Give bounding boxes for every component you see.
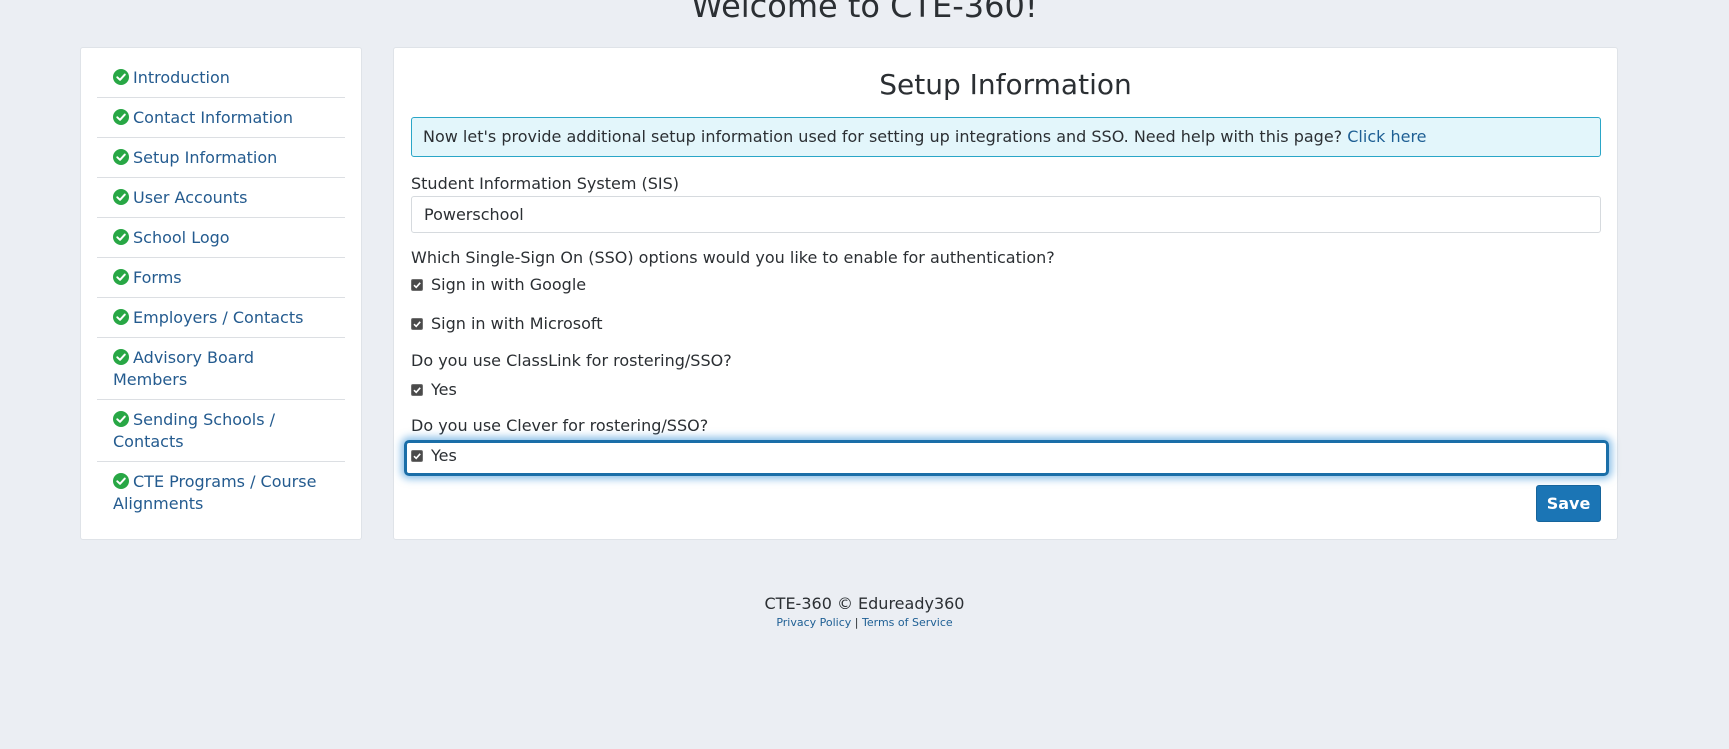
sidebar-item-label: Contact Information <box>133 108 293 127</box>
sidebar-item-label: Introduction <box>133 68 230 87</box>
sidebar-item-cte-programs-course-alignments[interactable]: CTE Programs / Course Alignments <box>97 462 345 523</box>
sidebar-item-forms[interactable]: Forms <box>97 258 345 298</box>
footer-separator: | <box>854 616 859 629</box>
checkmark-icon <box>413 387 421 394</box>
checkmark-icon <box>413 453 421 460</box>
microsoft-sso-option[interactable]: Sign in with Microsoft <box>411 313 603 335</box>
microsoft-sso-checkbox[interactable] <box>411 318 423 330</box>
check-circle-icon <box>113 229 129 245</box>
footer-links: Privacy Policy | Terms of Service <box>0 615 1729 631</box>
check-circle-icon <box>113 189 129 205</box>
sidebar-item-label: CTE Programs / Course Alignments <box>113 472 317 513</box>
check-circle-icon <box>113 473 129 489</box>
google-sso-label: Sign in with Google <box>431 275 587 294</box>
sidebar-item-user-accounts[interactable]: User Accounts <box>97 178 345 218</box>
sidebar-item-label: Setup Information <box>133 148 278 167</box>
page-heading: Welcome to CTE-360! <box>691 0 1038 25</box>
info-alert: Now let's provide additional setup infor… <box>411 117 1601 157</box>
panel-title: Setup Information <box>879 68 1132 101</box>
help-link[interactable]: Click here <box>1347 127 1426 146</box>
sidebar-item-school-logo[interactable]: School Logo <box>97 218 345 258</box>
sidebar-item-introduction[interactable]: Introduction <box>97 58 345 98</box>
sidebar-item-employers-contacts[interactable]: Employers / Contacts <box>97 298 345 338</box>
sis-label: Student Information System (SIS) <box>411 174 680 193</box>
sidebar-item-label: School Logo <box>133 228 230 247</box>
alert-text: Now let's provide additional setup infor… <box>423 127 1343 146</box>
footer: CTE-360 © Eduready360 Privacy Policy | T… <box>0 593 1729 631</box>
check-circle-icon <box>113 269 129 285</box>
privacy-policy-link[interactable]: Privacy Policy <box>776 616 851 629</box>
sso-question: Which Single-Sign On (SSO) options would… <box>411 248 1055 267</box>
classlink-yes-option[interactable]: Yes <box>411 379 457 401</box>
footer-copyright: CTE-360 © Eduready360 <box>764 594 965 613</box>
focus-ring <box>404 440 1609 476</box>
setup-information-panel: Setup Information Now let's provide addi… <box>393 47 1618 540</box>
clever-yes-option[interactable]: Yes <box>411 445 457 467</box>
sis-input[interactable] <box>411 196 1601 233</box>
check-circle-icon <box>113 109 129 125</box>
check-circle-icon <box>113 349 129 365</box>
sidebar-item-advisory-board-members[interactable]: Advisory Board Members <box>97 338 345 400</box>
sidebar-item-sending-schools-contacts[interactable]: Sending Schools / Contacts <box>97 400 345 462</box>
save-button[interactable]: Save <box>1536 485 1601 522</box>
sidebar-item-label: Advisory Board Members <box>113 348 255 389</box>
check-circle-icon <box>113 309 129 325</box>
setup-steps-sidebar: Introduction Contact Information Setup I… <box>80 47 362 540</box>
google-sso-checkbox[interactable] <box>411 279 423 291</box>
clever-yes-checkbox[interactable] <box>411 450 423 462</box>
clever-question: Do you use Clever for rostering/SSO? <box>411 416 709 435</box>
google-sso-option[interactable]: Sign in with Google <box>411 274 586 296</box>
check-circle-icon <box>113 69 129 85</box>
sidebar-item-label: User Accounts <box>133 188 248 207</box>
sidebar-item-label: Sending Schools / Contacts <box>113 410 276 451</box>
microsoft-sso-label: Sign in with Microsoft <box>431 314 603 333</box>
check-circle-icon <box>113 149 129 165</box>
sidebar-item-setup-information[interactable]: Setup Information <box>97 138 345 178</box>
terms-of-service-link[interactable]: Terms of Service <box>862 616 953 629</box>
checkmark-icon <box>413 282 421 289</box>
classlink-yes-label: Yes <box>431 380 457 399</box>
check-circle-icon <box>113 411 129 427</box>
sidebar-item-label: Forms <box>133 268 182 287</box>
clever-yes-label: Yes <box>431 446 457 465</box>
sidebar-item-label: Employers / Contacts <box>133 308 304 327</box>
checkmark-icon <box>413 321 421 328</box>
sidebar-item-contact-information[interactable]: Contact Information <box>97 98 345 138</box>
classlink-yes-checkbox[interactable] <box>411 384 423 396</box>
classlink-question: Do you use ClassLink for rostering/SSO? <box>411 351 732 370</box>
